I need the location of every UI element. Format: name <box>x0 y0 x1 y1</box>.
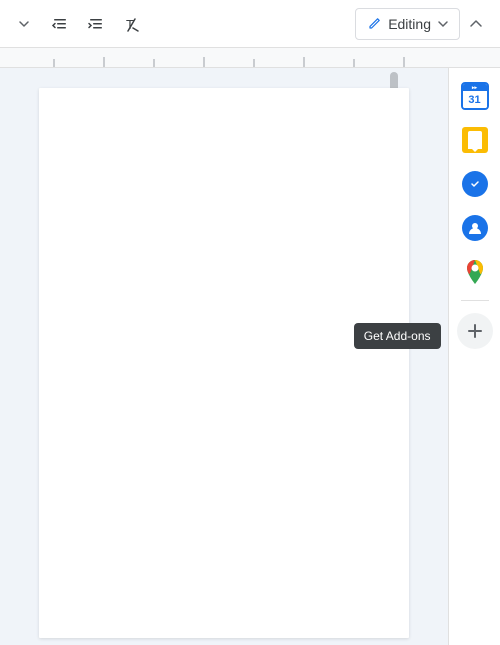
sidebar-addon-google-maps[interactable] <box>455 252 495 292</box>
sidebar-addon-google-keep[interactable] <box>455 120 495 160</box>
sidebar-divider <box>461 300 489 301</box>
editing-mode-dropdown[interactable]: Editing <box>355 8 460 40</box>
sidebar-addon-google-contacts[interactable] <box>455 208 495 248</box>
sidebar-addon-google-tasks[interactable] <box>455 164 495 204</box>
ruler-marks <box>4 49 444 67</box>
google-keep-icon <box>462 127 488 153</box>
chevron-down-icon <box>16 16 32 32</box>
google-tasks-icon <box>462 171 488 197</box>
toolbar-dropdown-btn[interactable] <box>8 8 40 40</box>
toolbar: T Editing <box>0 0 500 48</box>
ruler <box>0 48 500 68</box>
increase-indent-icon <box>86 14 106 34</box>
google-contacts-icon <box>462 215 488 241</box>
decrease-indent-btn[interactable] <box>44 8 76 40</box>
main-area: ▸▸ 31 <box>0 68 500 645</box>
sidebar-addon-google-calendar[interactable]: ▸▸ 31 <box>455 76 495 116</box>
google-calendar-icon: ▸▸ 31 <box>461 82 489 110</box>
clear-formatting-btn[interactable]: T <box>116 8 148 40</box>
clear-formatting-icon: T <box>122 14 142 34</box>
editing-mode-label: Editing <box>388 16 431 32</box>
editing-dropdown-chevron <box>437 18 449 30</box>
collapse-icon <box>466 14 486 34</box>
pencil-icon <box>366 16 382 32</box>
add-addons-btn[interactable] <box>457 313 493 349</box>
document-area[interactable] <box>0 68 448 645</box>
toolbar-left: T <box>8 8 355 40</box>
add-addons-container: Get Add-ons <box>457 309 493 349</box>
toolbar-right <box>460 8 492 40</box>
document-page <box>39 88 409 638</box>
increase-indent-btn[interactable] <box>80 8 112 40</box>
google-maps-icon <box>462 259 488 285</box>
collapse-btn[interactable] <box>460 8 492 40</box>
decrease-indent-icon <box>50 14 70 34</box>
svg-text:T: T <box>126 17 134 32</box>
plus-icon <box>466 322 484 340</box>
right-sidebar: ▸▸ 31 <box>448 68 500 645</box>
